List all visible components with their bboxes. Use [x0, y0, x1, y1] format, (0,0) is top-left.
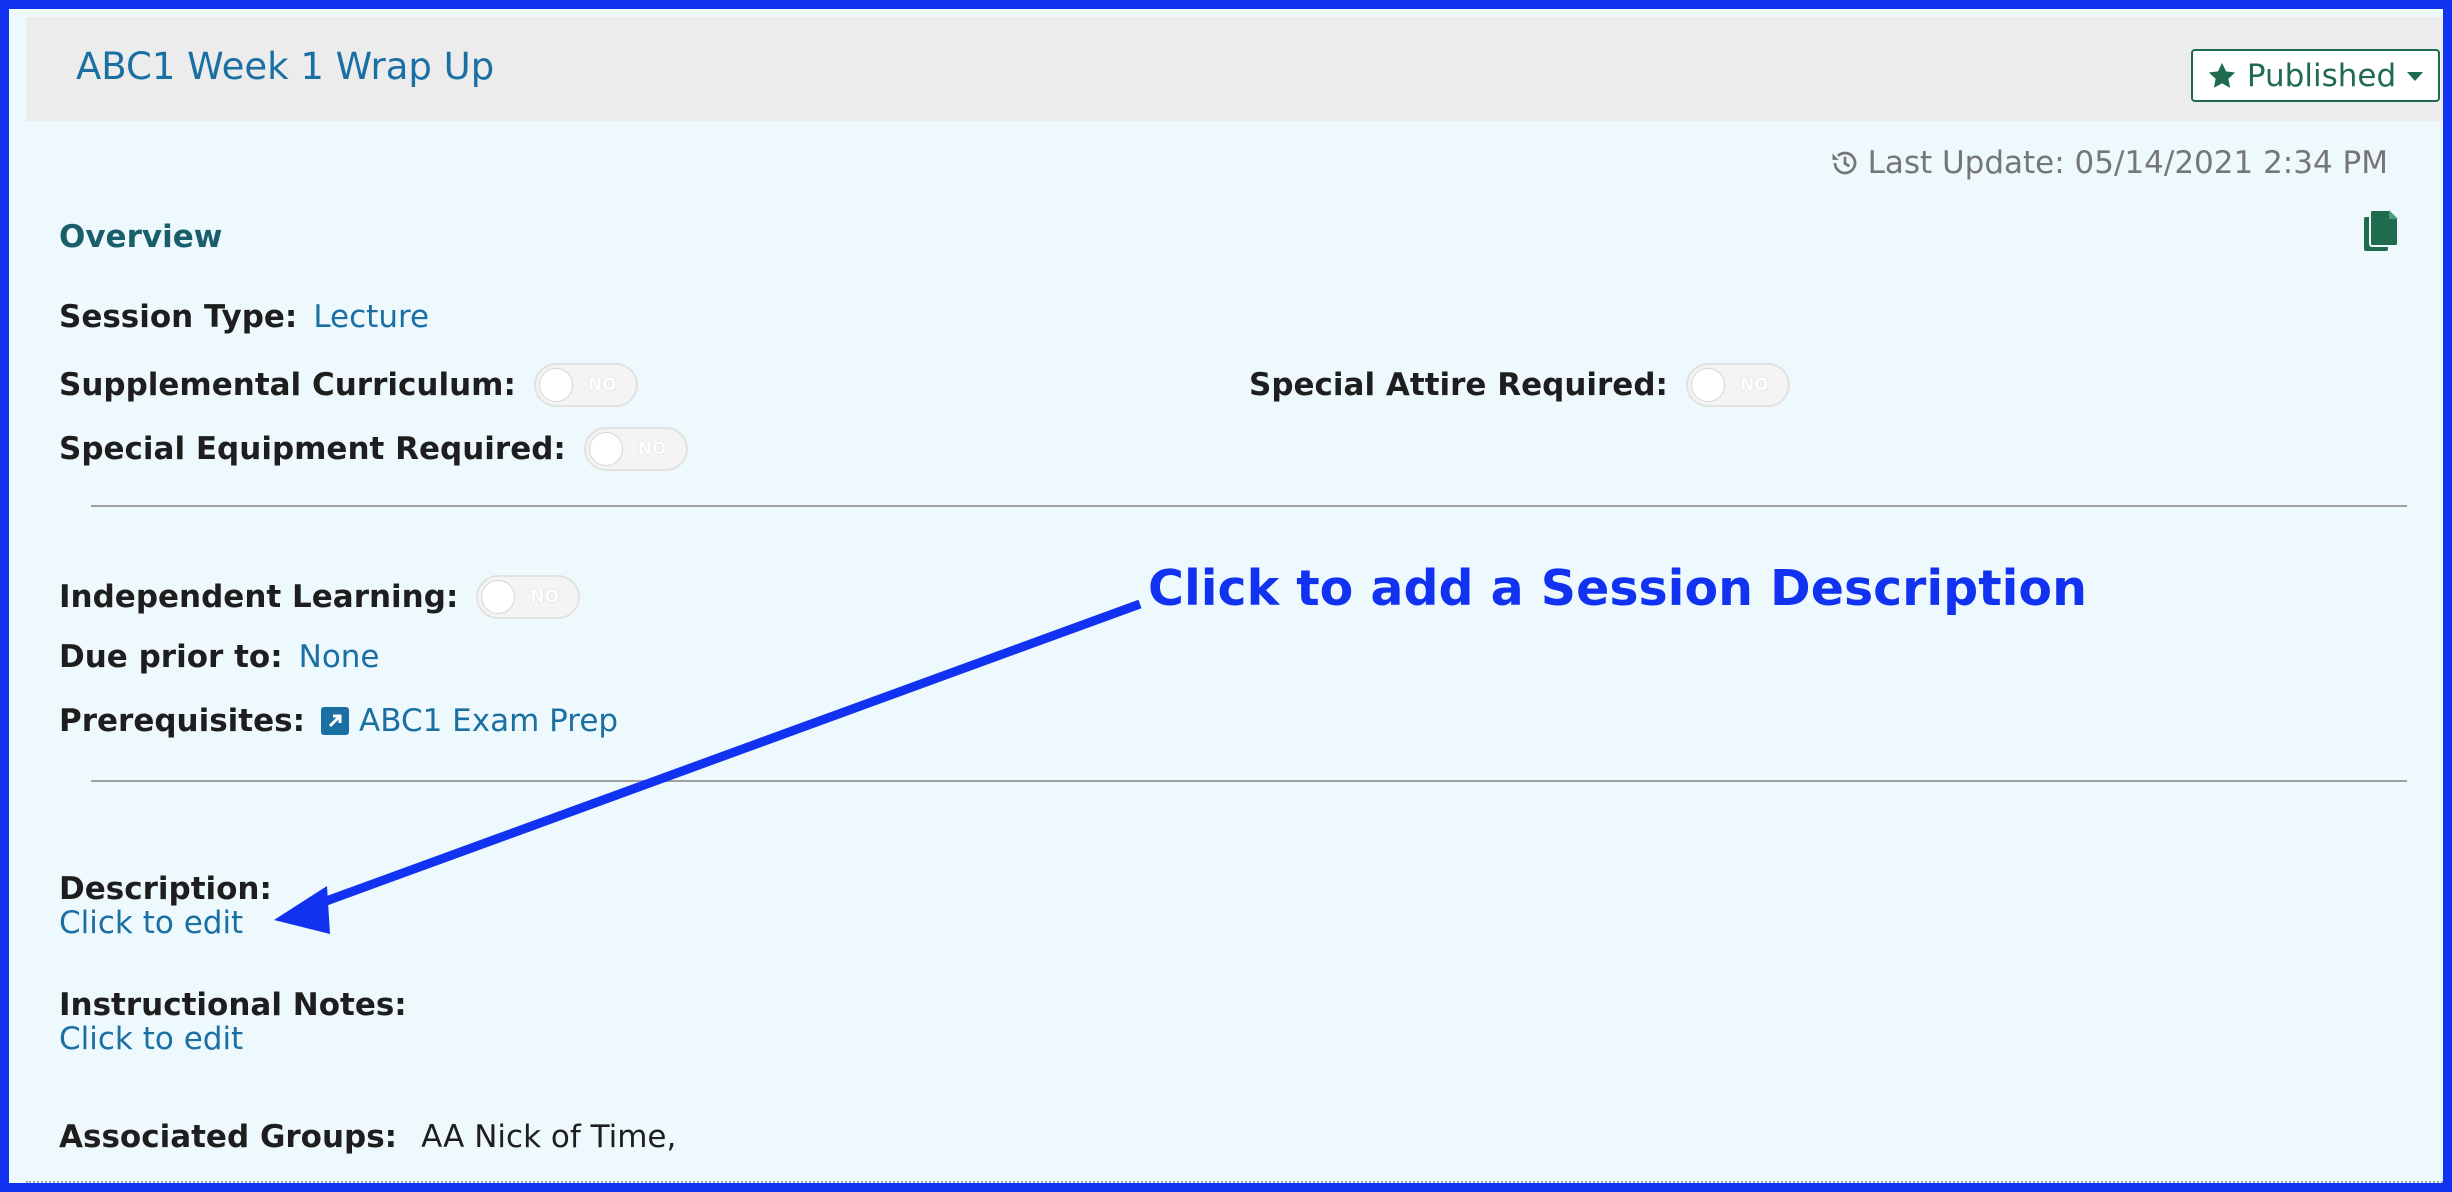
annotation-callout: Click to add a Session Description	[1148, 560, 2087, 617]
